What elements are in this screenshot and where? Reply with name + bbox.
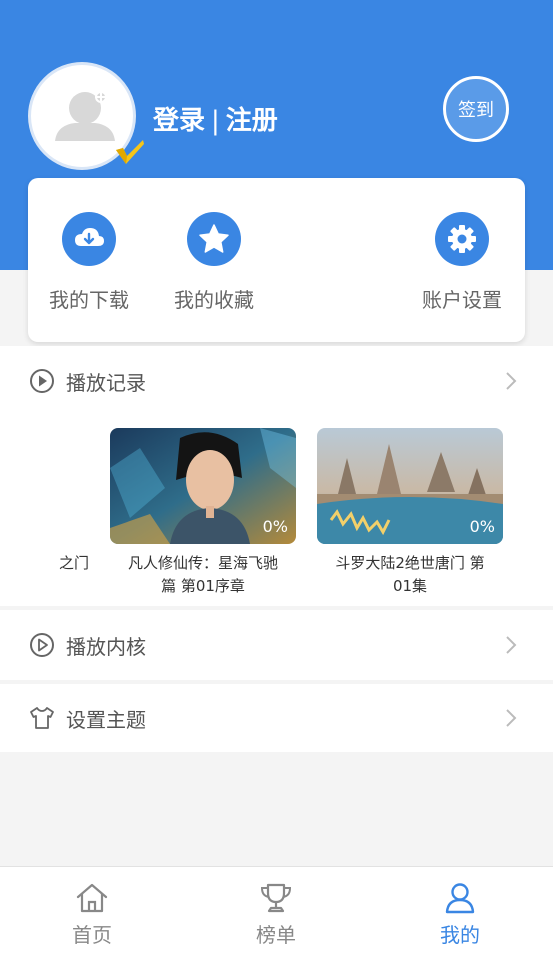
cloud-download-icon	[62, 212, 116, 266]
tab-ranking-label: 榜单	[256, 923, 296, 947]
history-thumbnail: 0%	[317, 428, 503, 544]
tab-mine-label: 我的	[440, 923, 480, 947]
history-title: 斗罗大陆2绝世唐门 第01集	[335, 554, 485, 595]
theme-section: 设置主题	[0, 684, 553, 752]
play-circle-icon	[30, 369, 54, 393]
history-progress: 0%	[469, 517, 495, 536]
bottom-tab-bar: 首页 榜单 我的	[0, 866, 553, 953]
tab-mine[interactable]: 我的	[368, 867, 552, 953]
signin-button[interactable]: 签到	[443, 76, 509, 142]
theme-title: 设置主题	[66, 707, 146, 732]
my-downloads-label: 我的下载	[49, 288, 129, 312]
tab-home-label: 首页	[72, 923, 112, 947]
history-item[interactable]: 之门	[0, 428, 89, 575]
login-separator: |	[211, 106, 220, 136]
player-core-row[interactable]: 播放内核	[0, 610, 553, 680]
my-downloads-button[interactable]: 我的下载	[34, 178, 144, 342]
history-title: 凡人修仙传：星海飞驰篇 第01序章	[127, 554, 278, 595]
chevron-right-icon	[506, 709, 517, 727]
history-progress: 0%	[262, 517, 288, 536]
play-history-list[interactable]: 之门 0% 凡人修仙传：星海飞驰篇 第01序章 0% 斗罗大陆2绝世唐门 第01…	[0, 416, 553, 606]
chevron-right-icon	[506, 636, 517, 654]
login-link[interactable]: 登录	[153, 106, 205, 136]
vip-check-icon	[116, 140, 144, 164]
play-circle-icon	[30, 633, 54, 657]
play-history-row[interactable]: 播放记录	[0, 346, 553, 416]
home-icon	[76, 883, 108, 913]
theme-row[interactable]: 设置主题	[0, 684, 553, 752]
gear-icon	[435, 212, 489, 266]
user-icon	[445, 883, 475, 914]
trophy-icon	[260, 883, 292, 913]
tshirt-icon	[30, 707, 54, 729]
history-item[interactable]: 0% 斗罗大陆2绝世唐门 第01集	[317, 428, 503, 598]
my-favorites-button[interactable]: 我的收藏	[159, 178, 269, 342]
star-icon	[187, 212, 241, 266]
login-register: 登录 | 注册	[153, 100, 278, 137]
play-history-title: 播放记录	[66, 370, 146, 395]
account-settings-button[interactable]: 账户设置	[407, 178, 517, 342]
chevron-right-icon	[506, 372, 517, 390]
player-core-title: 播放内核	[66, 634, 146, 659]
my-favorites-label: 我的收藏	[174, 288, 254, 312]
tab-ranking[interactable]: 榜单	[184, 867, 368, 953]
history-thumbnail: 0%	[110, 428, 296, 544]
history-item[interactable]: 0% 凡人修仙传：星海飞驰篇 第01序章	[110, 428, 296, 598]
tab-home[interactable]: 首页	[0, 867, 184, 953]
play-history-section: 播放记录 之门 0% 凡人修仙传：星海飞驰篇 第01序章 0% 斗罗大陆2绝世唐…	[0, 346, 553, 606]
history-title: 之门	[58, 554, 89, 572]
quick-actions-card: 我的下载 我的收藏 账户设置	[28, 178, 525, 342]
player-core-section: 播放内核	[0, 610, 553, 680]
account-settings-label: 账户设置	[422, 288, 502, 312]
register-link[interactable]: 注册	[226, 106, 278, 136]
